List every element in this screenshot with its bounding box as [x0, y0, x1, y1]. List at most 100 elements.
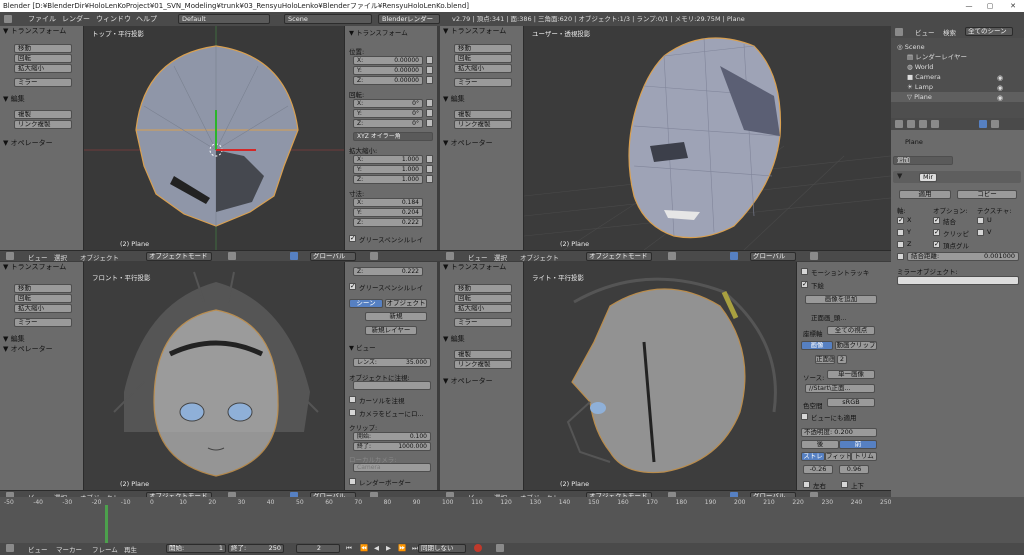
lock-icon[interactable]: [426, 99, 433, 107]
duplicate-linked-button[interactable]: リンク複製: [454, 120, 512, 129]
outliner-item-world[interactable]: ◍ World: [891, 62, 1024, 72]
image-button[interactable]: 画像: [801, 341, 833, 350]
flip-x-checkbox[interactable]: [803, 481, 810, 488]
source-select[interactable]: 単一画像: [827, 370, 875, 379]
view-as-render-checkbox[interactable]: [801, 413, 808, 420]
scale-z-field[interactable]: Z: 1.000: [353, 175, 423, 184]
menu-object[interactable]: オブジェクト: [80, 252, 119, 261]
location-x-field[interactable]: X: 0.00000: [353, 56, 423, 65]
rotate-button[interactable]: 回転: [14, 54, 72, 63]
axis-y-checkbox[interactable]: [897, 229, 904, 236]
screen-layout-select[interactable]: Default: [178, 14, 270, 24]
grease-pencil-checkbox[interactable]: [349, 234, 356, 242]
filepath-field[interactable]: //Start\正面...: [805, 384, 875, 393]
shading-icon[interactable]: [668, 252, 676, 260]
dimensions-z-field[interactable]: Z: 0.222: [353, 267, 423, 276]
menu-file[interactable]: ファイル: [28, 12, 56, 26]
lock-icon[interactable]: [426, 119, 433, 127]
duplicate-button[interactable]: 複製: [14, 110, 72, 119]
mirror-button[interactable]: ミラー: [14, 318, 72, 327]
edit-header[interactable]: ▼ 編集: [440, 334, 465, 344]
outliner-display-select[interactable]: 全てのシーン: [965, 27, 1013, 36]
render-tab-icon[interactable]: [895, 120, 903, 128]
transform-header[interactable]: ▼ トランスフォーム: [440, 262, 523, 272]
menu-select[interactable]: 選択: [494, 252, 507, 261]
clipping-checkbox[interactable]: [933, 228, 940, 236]
image-name-field[interactable]: 正面画: [815, 355, 835, 364]
menu-render[interactable]: レンダー: [62, 12, 90, 26]
transform-header[interactable]: ▼ トランスフォーム: [440, 26, 523, 36]
rotate-button[interactable]: 回転: [454, 294, 512, 303]
dimensions-x-field[interactable]: X: 0.184: [353, 198, 423, 207]
viewport-perspective[interactable]: ユーザー・透視投影 (2) Plane: [524, 26, 891, 250]
stretch-button[interactable]: ストレ: [801, 452, 825, 461]
axis-x-checkbox[interactable]: [897, 216, 904, 224]
axis-select[interactable]: 全ての視点: [827, 326, 875, 335]
opacity-field[interactable]: 不透明度: 0.200: [801, 428, 877, 437]
shading-icon[interactable]: [228, 252, 236, 260]
mirror-button[interactable]: ミラー: [454, 318, 512, 327]
duplicate-linked-button[interactable]: リンク複製: [454, 360, 512, 369]
jump-start-icon[interactable]: ⏮: [346, 544, 352, 553]
new-layer-button[interactable]: 新規レイヤー: [365, 326, 417, 335]
merge-checkbox[interactable]: [933, 216, 940, 224]
outliner-item-render-layers[interactable]: ▤ レンダーレイヤー: [891, 52, 1024, 62]
lock-icon[interactable]: [426, 175, 433, 183]
colorspace-select[interactable]: sRGB: [827, 398, 875, 407]
scale-button[interactable]: 拡大縮小: [454, 64, 512, 73]
scale-button[interactable]: 拡大縮小: [454, 304, 512, 313]
grease-pencil-checkbox[interactable]: [349, 282, 356, 290]
visibility-eye-icon[interactable]: ◉: [997, 74, 1003, 82]
axis-z-checkbox[interactable]: [897, 241, 904, 248]
viewport-front[interactable]: フロント・平行投影 (2) Plane: [84, 262, 344, 490]
mode-select[interactable]: オブジェクトモード: [586, 252, 652, 261]
play-icon[interactable]: ▶: [386, 544, 391, 552]
texture-v-checkbox[interactable]: [977, 229, 984, 236]
maximize-button[interactable]: ▢: [983, 0, 997, 12]
close-button[interactable]: ✕: [1006, 0, 1020, 12]
current-frame-marker[interactable]: [105, 505, 108, 543]
lens-field[interactable]: レンズ: 35.000: [353, 358, 431, 367]
texture-u-checkbox[interactable]: [977, 217, 984, 224]
lock-icon[interactable]: [426, 109, 433, 117]
merge-limit-checkbox[interactable]: [897, 253, 904, 260]
outliner-menu-search[interactable]: 検索: [943, 27, 956, 37]
clip-end-field[interactable]: 終了: 1000.000: [353, 442, 431, 451]
lock-cursor-checkbox[interactable]: [349, 396, 356, 403]
edit-header[interactable]: ▼ 編集: [440, 94, 465, 104]
edit-header[interactable]: ▼ 編集: [0, 94, 25, 104]
operator-header[interactable]: ▼ オペレーター: [0, 344, 53, 354]
object-tab-icon[interactable]: [931, 120, 939, 128]
outliner-item-camera[interactable]: ■ Camera: [891, 72, 1024, 82]
viewport-top[interactable]: トップ・平行投影 (2) Plane: [84, 26, 344, 250]
operator-header[interactable]: ▼ オペレーター: [0, 138, 53, 148]
add-modifier-select[interactable]: 追加: [893, 156, 953, 165]
minimize-button[interactable]: —: [962, 0, 976, 12]
menu-frame[interactable]: フレーム: [92, 544, 118, 554]
menu-view[interactable]: ビュー: [28, 544, 48, 554]
lock-icon[interactable]: [426, 155, 433, 163]
data-tab-icon[interactable]: [991, 120, 999, 128]
new-button[interactable]: 新規: [365, 312, 427, 321]
background-item-name[interactable]: 正面画_頭...: [811, 312, 846, 322]
location-y-field[interactable]: Y: 0.00000: [353, 66, 423, 75]
duplicate-button[interactable]: 複製: [454, 350, 512, 359]
rotate-button[interactable]: 回転: [14, 294, 72, 303]
menu-playback[interactable]: 再生: [124, 544, 137, 554]
editor-type-icon[interactable]: [446, 252, 454, 260]
layers-icon[interactable]: [810, 252, 818, 260]
image-users-field[interactable]: 2: [837, 355, 847, 364]
orientation-select[interactable]: グローバル: [310, 252, 356, 261]
manipulator-icon[interactable]: [290, 252, 298, 260]
timeline[interactable]: -50 -40 -30 -20 -10 0 10 20 30 40 50 60 70 80 90 100 110…: [0, 497, 1024, 543]
render-border-checkbox[interactable]: [349, 478, 356, 485]
offset-x-field[interactable]: -0.26: [803, 465, 833, 474]
scale-button[interactable]: 拡大縮小: [14, 64, 72, 73]
move-button[interactable]: 移動: [454, 284, 512, 293]
transform-header[interactable]: ▼ トランスフォーム: [0, 262, 83, 272]
scale-button[interactable]: 拡大縮小: [14, 304, 72, 313]
render-engine-select[interactable]: Blenderレンダー: [378, 14, 440, 24]
jump-end-icon[interactable]: ⏭: [412, 544, 418, 553]
collapse-icon[interactable]: ▼: [897, 172, 902, 180]
location-z-field[interactable]: Z: 0.00000: [353, 76, 423, 85]
